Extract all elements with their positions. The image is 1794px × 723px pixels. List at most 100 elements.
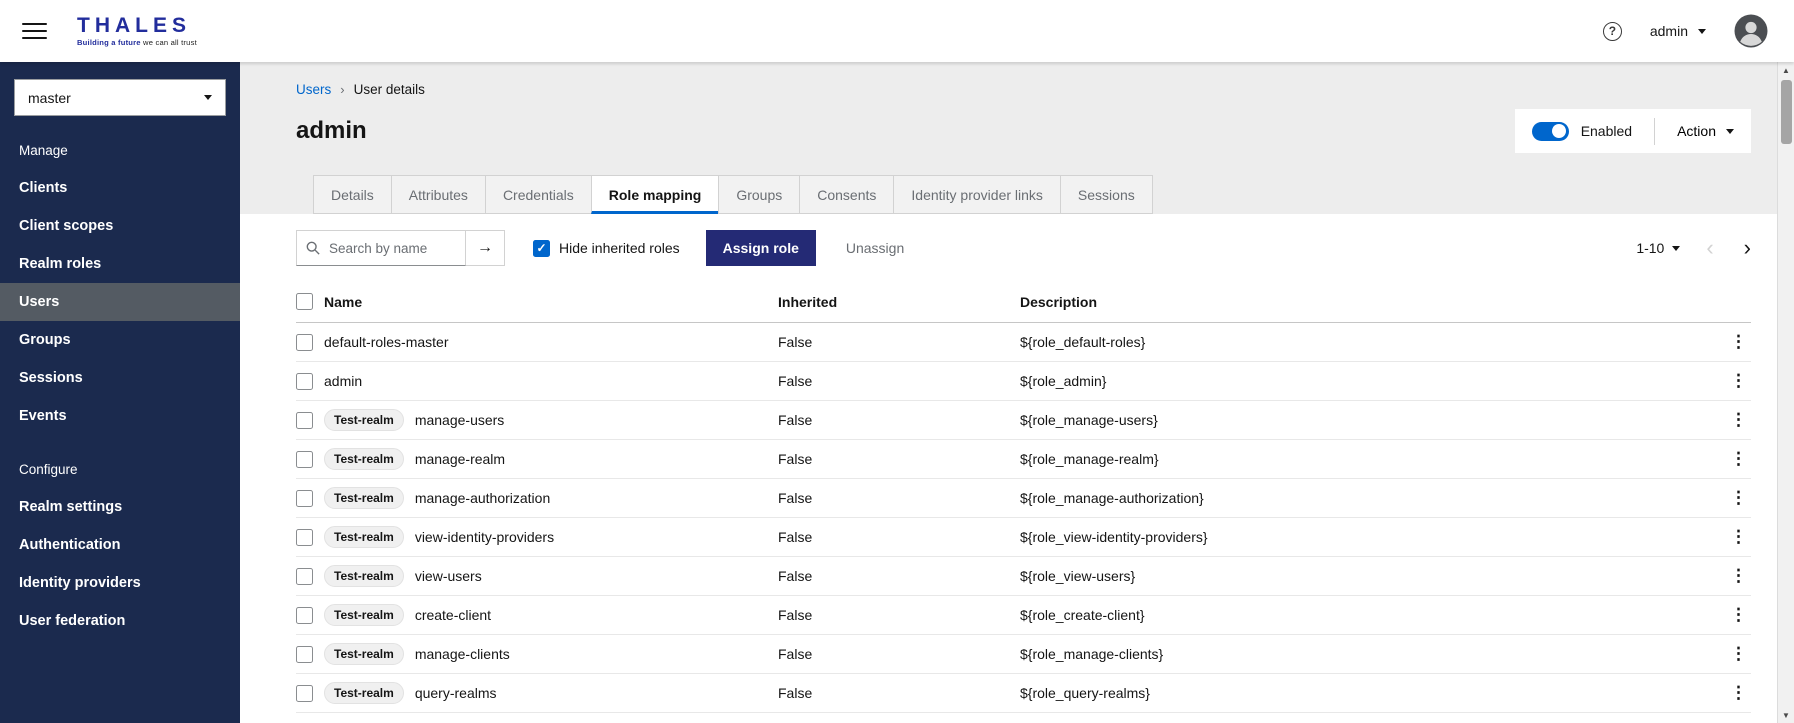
row-select-cell xyxy=(296,322,324,362)
content-body: Users › User details admin Enabled Actio… xyxy=(240,62,1777,723)
row-checkbox[interactable] xyxy=(296,567,313,585)
sidebar-item-label: Realm settings xyxy=(19,499,123,515)
search-input[interactable] xyxy=(296,230,466,266)
hide-inherited-checkbox[interactable]: ✓ xyxy=(533,239,550,257)
row-checkbox[interactable] xyxy=(296,450,313,468)
tab[interactable]: Details xyxy=(313,175,392,214)
tab[interactable]: Consents xyxy=(799,175,895,214)
row-checkbox[interactable] xyxy=(296,645,313,663)
table-row: admin False ${role_admin} ⋮ xyxy=(296,361,1751,401)
sidebar-item[interactable]: Client scopes xyxy=(0,207,240,245)
scrollbar-thumb[interactable] xyxy=(1780,80,1792,144)
search-submit-button[interactable]: → xyxy=(465,230,505,266)
row-checkbox[interactable] xyxy=(296,333,313,351)
kebab-menu-button[interactable]: ⋮ xyxy=(1726,449,1751,469)
role-name: create-client xyxy=(414,607,492,623)
realm-badge: Test-realm xyxy=(324,486,404,510)
role-name-wrap: Test-realm view-identity-providers xyxy=(324,525,778,549)
tab[interactable]: Role mapping xyxy=(590,175,720,214)
role-name: manage-users xyxy=(414,412,505,428)
assign-role-button[interactable]: Assign role xyxy=(705,230,816,266)
pagination-range-menu[interactable]: 1-10 xyxy=(1636,240,1681,256)
sidebar-group-configure: Configure Realm settings Authentication … xyxy=(0,435,240,640)
realm-selector[interactable]: master xyxy=(14,79,226,116)
pagination-prev-button[interactable]: ‹ xyxy=(1706,237,1713,259)
toolbar: → ✓ Hide inherited roles Assign role Una… xyxy=(240,214,1777,279)
kebab-menu-button[interactable]: ⋮ xyxy=(1726,488,1751,508)
hamburger-menu-button[interactable] xyxy=(22,22,47,40)
row-inherited-cell: False xyxy=(778,673,1020,713)
sidebar-group-title: Configure xyxy=(19,462,78,477)
row-description-cell: ${role_create-client} xyxy=(1020,595,1711,635)
role-name-wrap: Test-realm manage-authorization xyxy=(324,486,778,510)
sidebar-item[interactable]: Realm roles xyxy=(0,245,240,283)
row-checkbox[interactable] xyxy=(296,372,313,390)
vertical-divider xyxy=(1654,117,1656,145)
scrollbar-up-arrow[interactable]: ▲ xyxy=(1778,62,1794,78)
kebab-menu-button[interactable]: ⋮ xyxy=(1726,371,1751,391)
sidebar-item[interactable]: Events xyxy=(0,397,240,435)
row-name-cell: Test-realm manage-users xyxy=(324,400,778,440)
kebab-menu-button[interactable]: ⋮ xyxy=(1726,410,1751,430)
topbar-right: ? admin xyxy=(1602,14,1768,48)
tab[interactable]: Sessions xyxy=(1059,175,1153,214)
brand-tagline-blue: Building a future xyxy=(77,38,141,48)
tab[interactable]: Groups xyxy=(718,175,801,214)
sidebar-nav-configure: Realm settings Authentication Identity p… xyxy=(0,488,240,640)
action-dropdown[interactable]: Action xyxy=(1677,123,1734,139)
hide-inherited-label: Hide inherited roles xyxy=(559,240,680,256)
pagination-next-button[interactable]: › xyxy=(1744,237,1751,259)
chevron-down-icon xyxy=(1698,28,1706,34)
enabled-toggle[interactable] xyxy=(1531,121,1569,141)
sidebar-item[interactable]: Clients xyxy=(0,169,240,207)
row-select-cell xyxy=(296,634,324,674)
tab[interactable]: Identity provider links xyxy=(893,175,1061,214)
row-checkbox[interactable] xyxy=(296,684,313,702)
realm-badge: Test-realm xyxy=(324,642,404,666)
unassign-button[interactable]: Unassign xyxy=(846,240,904,256)
sidebar-item[interactable]: Authentication xyxy=(0,526,240,564)
sidebar-item[interactable]: Identity providers xyxy=(0,564,240,602)
select-all-checkbox[interactable] xyxy=(296,293,313,310)
role-name: view-users xyxy=(414,568,482,584)
tab[interactable]: Attributes xyxy=(390,175,486,214)
row-name-cell: Test-realm manage-realm xyxy=(324,439,778,479)
sidebar-nav-manage: Clients Client scopes Realm roles Users xyxy=(0,169,240,435)
table-row: Test-realm manage-users False ${role_man… xyxy=(296,400,1751,440)
hide-inherited-roles-control[interactable]: ✓ Hide inherited roles xyxy=(533,239,680,257)
row-select-cell xyxy=(296,556,324,596)
kebab-menu-button[interactable]: ⋮ xyxy=(1726,644,1751,664)
kebab-menu-button[interactable]: ⋮ xyxy=(1726,683,1751,703)
help-icon[interactable]: ? xyxy=(1602,21,1622,41)
row-inherited-cell: False xyxy=(778,634,1020,674)
page-title: admin xyxy=(296,117,367,144)
tab[interactable]: Credentials xyxy=(484,175,592,214)
kebab-menu-button[interactable]: ⋮ xyxy=(1726,566,1751,586)
table-row: Test-realm create-client False ${role_cr… xyxy=(296,595,1751,635)
row-checkbox[interactable] xyxy=(296,606,313,624)
hamburger-bar xyxy=(22,36,47,40)
row-name-cell: Test-realm manage-authorization xyxy=(324,478,778,518)
sidebar-item[interactable]: User federation xyxy=(0,602,240,640)
toggle-knob xyxy=(1552,124,1567,138)
scrollbar-down-arrow[interactable]: ▼ xyxy=(1778,707,1794,723)
row-checkbox[interactable] xyxy=(296,489,313,507)
kebab-menu-button[interactable]: ⋮ xyxy=(1726,332,1751,352)
row-description-cell: ${role_admin} xyxy=(1020,361,1711,401)
sidebar-item[interactable]: Groups xyxy=(0,321,240,359)
sidebar-item[interactable]: Realm settings xyxy=(0,488,240,526)
row-select-cell xyxy=(296,439,324,479)
sidebar-item[interactable]: Users xyxy=(0,283,240,321)
user-menu[interactable]: admin xyxy=(1650,23,1706,39)
row-checkbox[interactable] xyxy=(296,528,313,546)
role-mapping-panel: → ✓ Hide inherited roles Assign role Una… xyxy=(240,214,1777,723)
vertical-scrollbar[interactable]: ▲ ▼ xyxy=(1777,62,1794,723)
kebab-menu-button[interactable]: ⋮ xyxy=(1726,605,1751,625)
kebab-menu-button[interactable]: ⋮ xyxy=(1726,527,1751,547)
avatar[interactable] xyxy=(1734,14,1768,48)
breadcrumb-link-users[interactable]: Users xyxy=(296,82,331,97)
row-inherited-cell: False xyxy=(778,556,1020,596)
row-actions-cell: ⋮ xyxy=(1711,634,1751,674)
row-checkbox[interactable] xyxy=(296,411,313,429)
sidebar-item[interactable]: Sessions xyxy=(0,359,240,397)
